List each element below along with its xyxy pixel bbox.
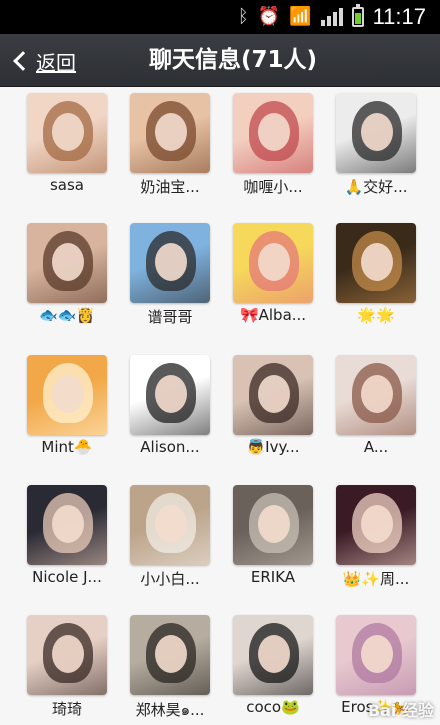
member-item[interactable]: Mint🐣: [15, 350, 119, 480]
member-name: A...: [363, 438, 389, 456]
member-avatar: [336, 355, 416, 435]
member-item[interactable]: 谱哥哥: [118, 218, 222, 348]
member-avatar: [233, 615, 313, 695]
member-name: 谱哥哥: [147, 308, 193, 326]
page-title: 聊天信息(71人): [148, 47, 318, 73]
member-avatar: [27, 355, 107, 435]
member-avatar: [27, 93, 107, 173]
member-avatar: [27, 223, 107, 303]
member-name: Alison...: [140, 438, 200, 456]
member-avatar: [336, 615, 416, 695]
member-item[interactable]: 👼Ivy...: [221, 350, 325, 480]
bluetooth-icon: ᛒ: [237, 6, 249, 27]
member-item[interactable]: 🐟🐟👸: [15, 218, 119, 348]
member-avatar: [233, 93, 313, 173]
member-item[interactable]: 小小白...: [118, 480, 222, 610]
member-name: 小小白...: [140, 570, 200, 588]
member-name: Nicole J...: [32, 568, 102, 586]
member-name: 👑✨周...: [342, 570, 410, 588]
member-item[interactable]: 🎀Alba...: [221, 218, 325, 348]
member-name: Mint🐣: [41, 438, 93, 456]
member-name: 奶油宝...: [140, 178, 200, 196]
member-avatar: [233, 223, 313, 303]
status-bar: ᛒ ⏰ 📶 11:17: [0, 0, 440, 34]
member-item[interactable]: 咖喱小...: [221, 88, 325, 218]
alarm-icon: ⏰: [257, 6, 281, 27]
member-avatar: [27, 615, 107, 695]
member-item[interactable]: 👑✨周...: [324, 480, 428, 610]
signal-icon: [320, 8, 343, 26]
member-name: coco🐸: [246, 698, 300, 716]
member-item[interactable]: 郑林昊๑...: [118, 610, 222, 725]
clock: 11:17: [372, 4, 426, 29]
member-avatar: [130, 223, 210, 303]
member-name: 咖喱小...: [243, 178, 303, 196]
member-avatar: [130, 93, 210, 173]
member-item[interactable]: 🌟🌟: [324, 218, 428, 348]
member-item[interactable]: sasa: [15, 88, 119, 218]
member-name: 🙏交好...: [344, 178, 408, 196]
member-name: 郑林昊๑...: [135, 701, 205, 719]
member-item[interactable]: 🙏交好...: [324, 88, 428, 218]
member-avatar: [27, 485, 107, 565]
member-avatar: [336, 485, 416, 565]
member-item[interactable]: 琦琦: [15, 610, 119, 725]
member-name: 🐟🐟👸: [38, 306, 96, 324]
member-avatar: [130, 485, 210, 565]
member-name: ERIKA: [250, 568, 296, 586]
member-avatar: [336, 223, 416, 303]
wifi-icon: 📶: [289, 6, 312, 27]
member-name: 🎀Alba...: [239, 306, 307, 324]
battery-icon: [351, 4, 364, 27]
member-item[interactable]: ERIKA: [221, 480, 325, 610]
baidu-watermark: Bai 经验: [367, 701, 434, 720]
member-name: sasa: [49, 176, 84, 194]
member-item[interactable]: A...: [324, 350, 428, 480]
member-grid: sasa 奶油宝... 咖喱小... 🙏交好... 🐟🐟👸 谱哥哥 🎀Alba... 🌟🌟 Mi…: [0, 88, 440, 725]
member-item[interactable]: coco🐸: [221, 610, 325, 725]
member-name: 🌟🌟: [357, 306, 395, 324]
member-avatar: [336, 93, 416, 173]
member-item[interactable]: 奶油宝...: [118, 88, 222, 218]
member-avatar: [130, 615, 210, 695]
member-avatar: [233, 355, 313, 435]
member-avatar: [233, 485, 313, 565]
member-name: 琦琦: [51, 700, 82, 718]
member-item[interactable]: Alison...: [118, 350, 222, 480]
member-name: 👼Ivy...: [246, 438, 300, 456]
member-item[interactable]: Nicole J...: [15, 480, 119, 610]
title-bar: 返回 聊天信息(71人): [0, 34, 440, 87]
member-avatar: [130, 355, 210, 435]
